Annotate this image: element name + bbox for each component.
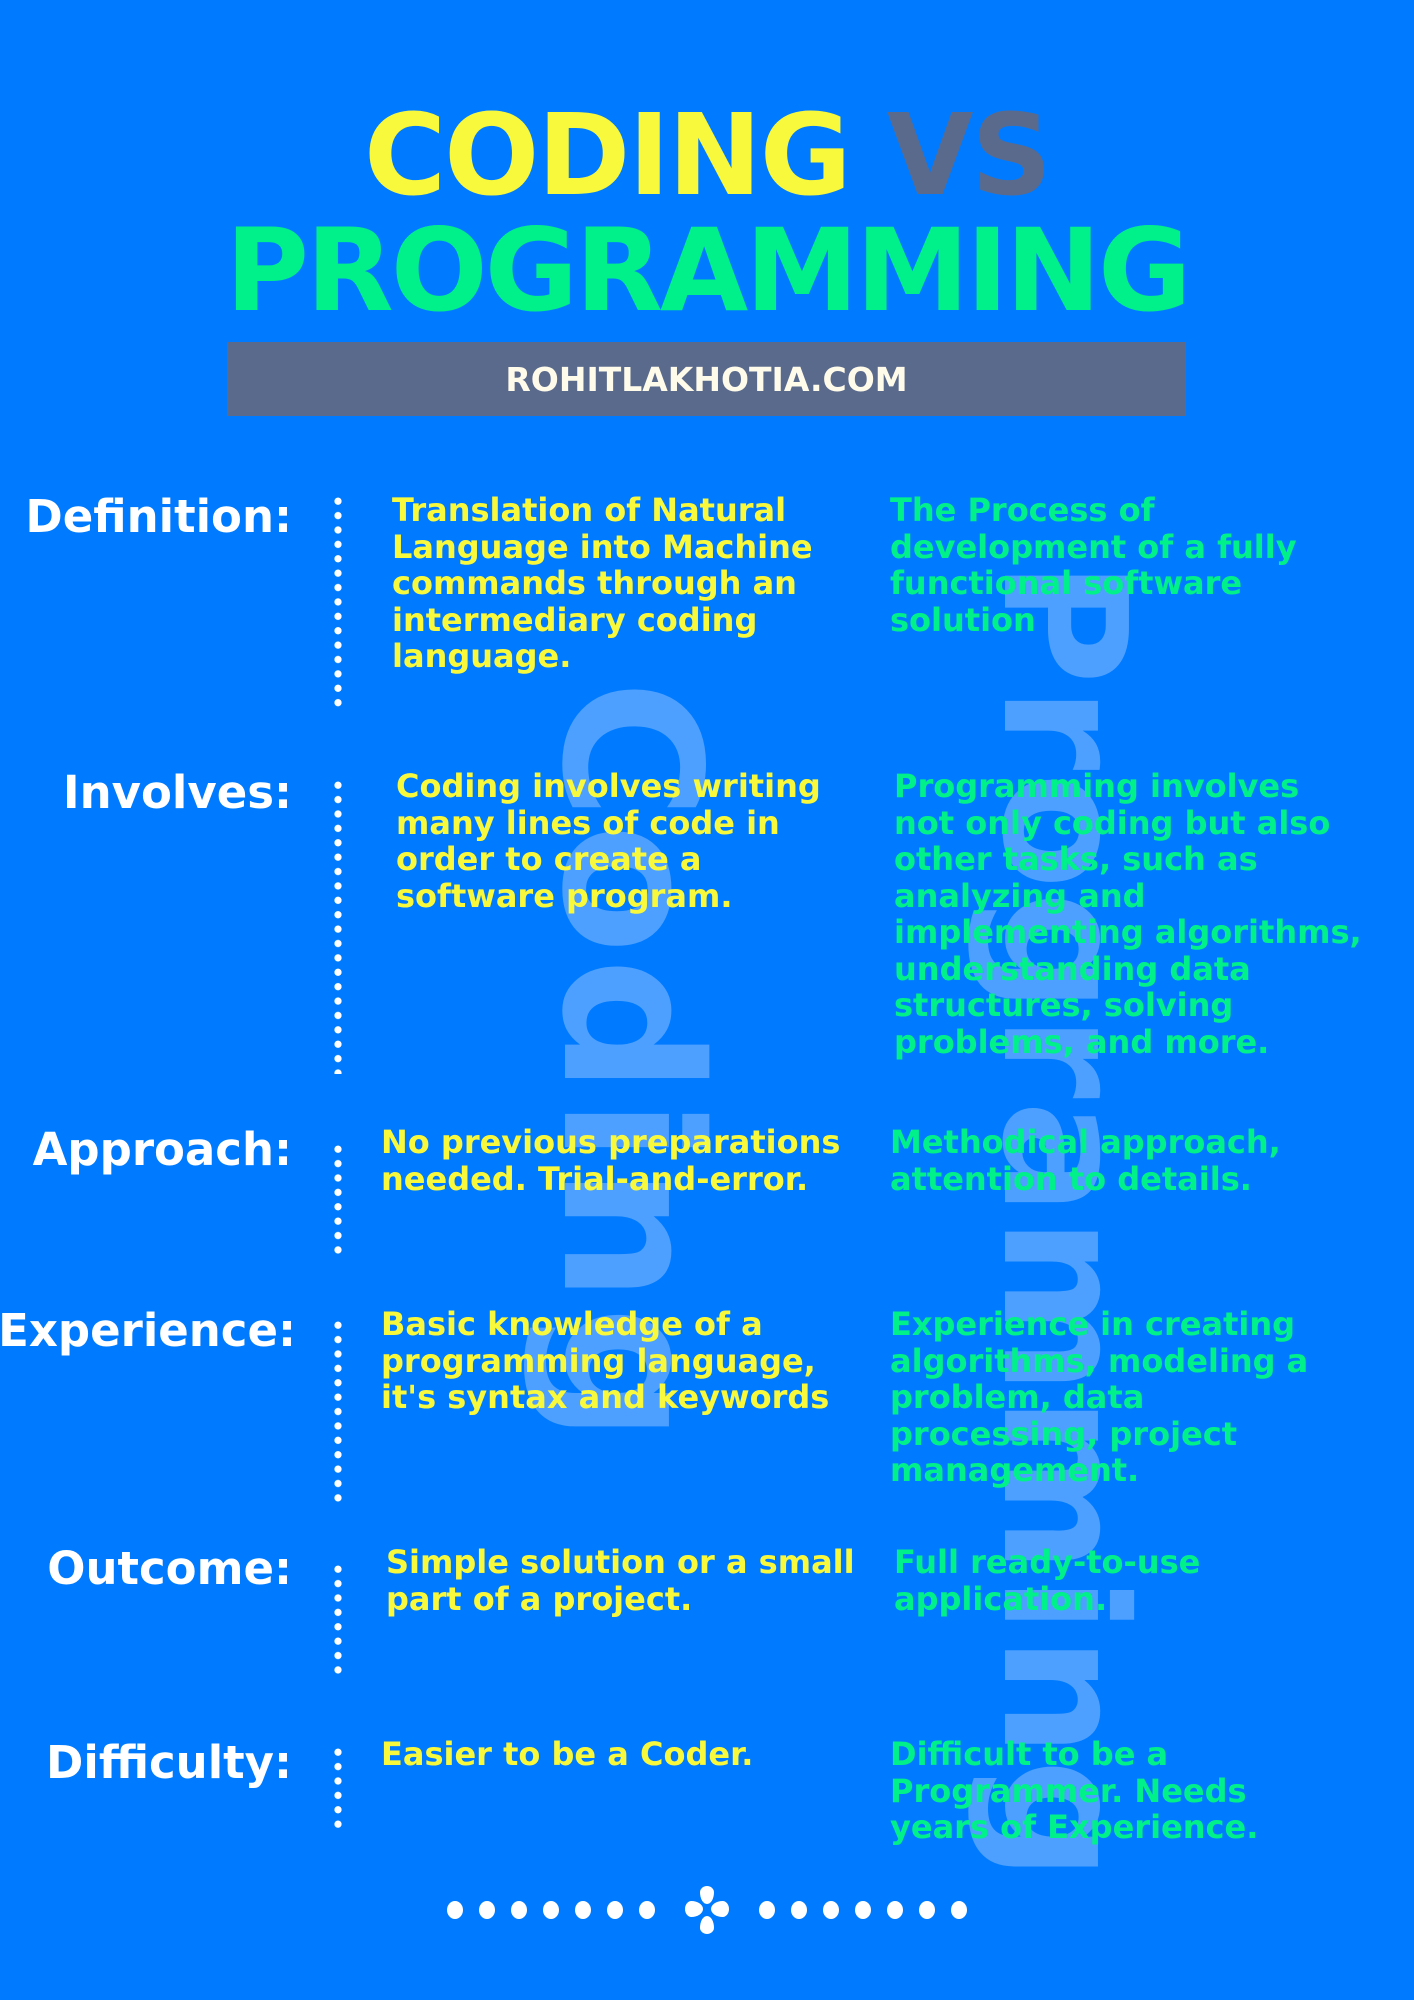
programming-definition: The Process of development of a fully fu… [890, 491, 1297, 639]
website-url[interactable]: ROHITLAKHOTIA.COM [505, 360, 907, 399]
dot-icon [639, 1901, 655, 1919]
programming-outcome: Full ready-to-use application. [894, 1543, 1201, 1618]
dot-icon [607, 1901, 623, 1919]
coding-approach: No previous preparations needed. Trial-a… [381, 1123, 841, 1198]
flower-divider-icon [685, 1886, 729, 1934]
dot-icon [479, 1901, 495, 1919]
dotted-separator [334, 778, 342, 1074]
dotted-separator [334, 1142, 342, 1258]
programming-experience: Experience in creating algorithms, model… [890, 1305, 1309, 1489]
dotted-separator [334, 1562, 342, 1678]
dot-icon [575, 1901, 591, 1919]
website-banner: ROHITLAKHOTIA.COM [227, 342, 1186, 416]
row-label-difficulty: Difficulty: [46, 1736, 292, 1789]
dotted-separator [334, 1745, 342, 1831]
dot-icon [887, 1901, 903, 1919]
title-vs: VS [886, 91, 1052, 221]
coding-outcome: Simple solution or a small part of a pro… [386, 1543, 855, 1618]
programming-difficulty: Difficult to be a Programmer. Needs year… [890, 1735, 1259, 1846]
row-label-experience: Experience: [0, 1304, 296, 1357]
dot-icon [511, 1901, 527, 1919]
coding-definition: Translation of Natural Language into Mac… [392, 491, 813, 675]
title-line-2: PROGRAMMING [0, 214, 1414, 328]
programming-involves: Programming involves not only coding but… [894, 767, 1362, 1061]
dot-icon [823, 1901, 839, 1919]
footer-ornament [0, 1886, 1414, 1934]
coding-experience: Basic knowledge of a programming languag… [381, 1305, 830, 1416]
dot-icon [447, 1901, 463, 1919]
dot-icon [759, 1901, 775, 1919]
row-label-outcome: Outcome: [47, 1542, 292, 1595]
coding-difficulty: Easier to be a Coder. [381, 1735, 754, 1773]
dotted-separator [334, 494, 342, 710]
title-line-1: CODING VS [0, 100, 1414, 212]
dot-icon [919, 1901, 935, 1919]
row-label-approach: Approach: [32, 1123, 292, 1176]
title-programming: PROGRAMMING [225, 204, 1191, 337]
programming-approach: Methodical approach, attention to detail… [890, 1123, 1281, 1198]
row-label-involves: Involves: [62, 766, 292, 819]
dot-icon [543, 1901, 559, 1919]
dot-icon [855, 1901, 871, 1919]
dotted-separator [334, 1318, 342, 1504]
watermark-programming: Programming [964, 560, 1162, 1883]
dot-icon [791, 1901, 807, 1919]
dot-icon [951, 1901, 967, 1919]
row-label-definition: Definition: [25, 490, 292, 543]
coding-involves: Coding involves writing many lines of co… [396, 767, 821, 915]
title-coding: CODING [363, 91, 852, 221]
